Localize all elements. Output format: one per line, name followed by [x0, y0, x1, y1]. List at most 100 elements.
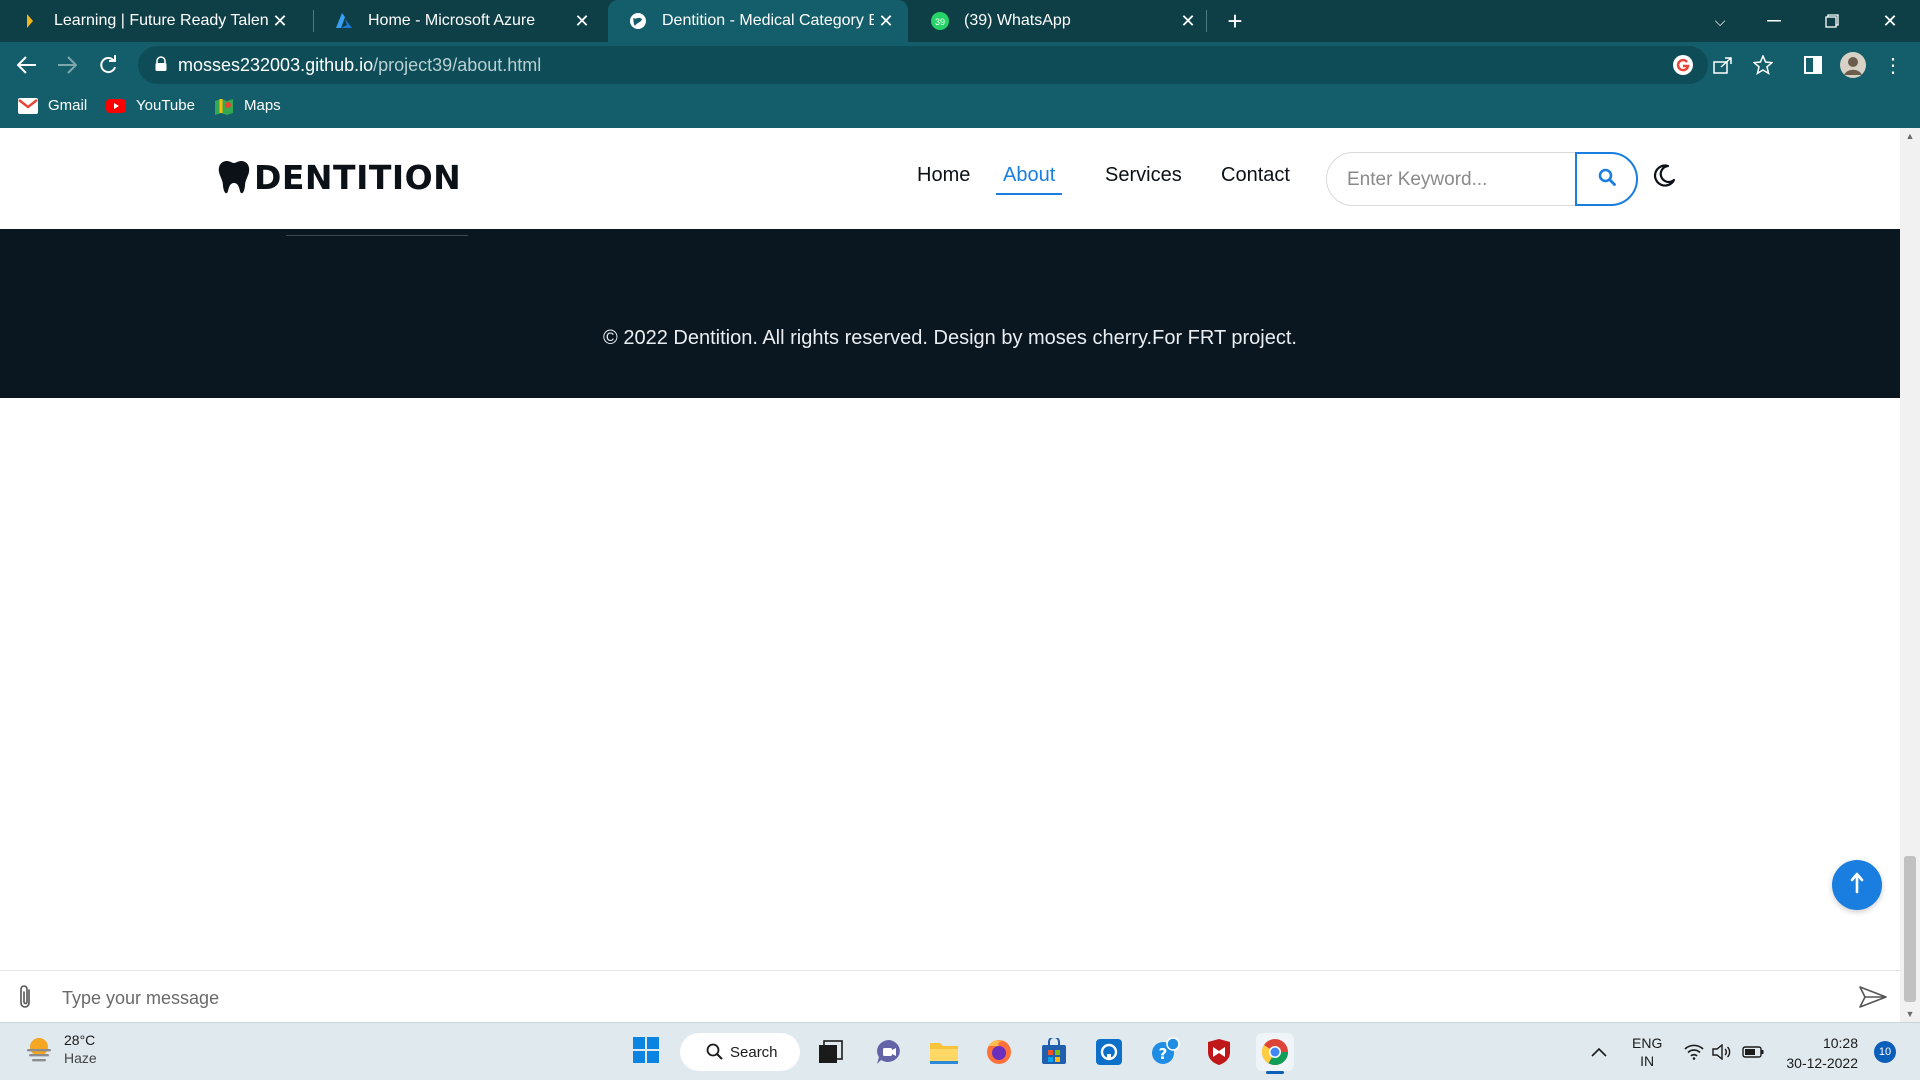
- microsoft-store-icon[interactable]: [1035, 1033, 1073, 1071]
- tab-divider: [1206, 10, 1207, 32]
- site-footer: © 2022 Dentition. All rights reserved. D…: [0, 229, 1900, 398]
- language-indicator[interactable]: ENG IN: [1632, 1023, 1662, 1081]
- teams-chat-icon[interactable]: [870, 1033, 908, 1071]
- clock-date: 30-12-2022: [1786, 1055, 1858, 1071]
- bookmark-label: Gmail: [48, 97, 88, 114]
- close-tab-icon[interactable]: ✕: [874, 11, 898, 32]
- volume-icon[interactable]: [1712, 1023, 1732, 1081]
- taskbar-search[interactable]: Search: [680, 1033, 800, 1071]
- back-to-top-button[interactable]: [1832, 860, 1882, 910]
- chrome-icon[interactable]: [1256, 1033, 1294, 1074]
- more-menu-icon[interactable]: ⋮: [1878, 50, 1908, 80]
- tab-title: (39) WhatsApp: [964, 12, 1071, 29]
- back-arrow-icon[interactable]: [11, 49, 43, 81]
- site-header: DENTITION Home About Services Contact: [0, 128, 1900, 229]
- language-code: ENG: [1632, 1035, 1663, 1051]
- tab-title: Learning | Future Ready Talent: [54, 12, 268, 29]
- file-explorer-icon[interactable]: [925, 1033, 963, 1071]
- page-scrollbar[interactable]: ▲ ▼: [1900, 128, 1920, 1022]
- message-input[interactable]: [62, 985, 1762, 1011]
- moon-icon: [1651, 163, 1677, 194]
- whatsapp-icon: 39: [930, 11, 950, 31]
- bookmarks-bar: Gmail YouTube Maps: [0, 88, 1920, 128]
- close-tab-icon[interactable]: ✕: [570, 11, 594, 32]
- wifi-icon[interactable]: [1684, 1023, 1704, 1081]
- lock-icon: [154, 56, 168, 72]
- active-app-indicator: [1266, 1071, 1284, 1074]
- arrow-up-icon: [1849, 872, 1865, 899]
- address-bar[interactable]: mosses232003.github.io/project39/about.h…: [138, 46, 1708, 84]
- search-button[interactable]: [1575, 152, 1638, 206]
- chat-message-bar: [0, 970, 1900, 1022]
- profile-avatar-icon[interactable]: [1838, 50, 1868, 80]
- scroll-down-arrow-icon[interactable]: ▼: [1900, 1006, 1920, 1022]
- temperature: 28°C: [64, 1032, 96, 1048]
- browser-toolbar: mosses232003.github.io/project39/about.h…: [0, 42, 1920, 88]
- haze-sun-icon: [24, 1034, 54, 1064]
- nav-about[interactable]: About: [996, 164, 1063, 195]
- taskbar-clock[interactable]: 10:28 30-12-2022: [1778, 1033, 1858, 1073]
- weather-widget[interactable]: 28°C Haze: [24, 1031, 97, 1067]
- notification-badge[interactable]: 10: [1874, 1041, 1896, 1063]
- svg-text:?: ?: [1159, 1045, 1168, 1063]
- weather-condition: Haze: [64, 1050, 97, 1066]
- taskbar-search-label: Search: [730, 1043, 778, 1061]
- globe-icon: [628, 11, 648, 31]
- google-lens-icon[interactable]: [1672, 54, 1694, 76]
- gmail-icon: [18, 97, 38, 114]
- azure-icon: [334, 11, 354, 31]
- share-icon[interactable]: [1708, 50, 1738, 80]
- tab-whatsapp[interactable]: 39 (39) WhatsApp ✕: [910, 0, 1210, 42]
- side-panel-icon[interactable]: [1798, 50, 1828, 80]
- new-tab-button[interactable]: +: [1220, 6, 1250, 36]
- svg-text:39: 39: [935, 17, 945, 27]
- bookmark-label: YouTube: [136, 97, 195, 114]
- close-tab-icon[interactable]: ✕: [268, 11, 292, 32]
- bookmark-label: Maps: [244, 97, 281, 114]
- bookmark-youtube[interactable]: YouTube: [106, 97, 195, 114]
- clock-time: 10:28: [1822, 1035, 1858, 1051]
- tab-title: Dentition - Medical Category Bo: [662, 12, 874, 29]
- nav-contact[interactable]: Contact: [1221, 164, 1290, 193]
- scroll-up-arrow-icon[interactable]: ▲: [1900, 128, 1920, 144]
- search-input[interactable]: [1347, 167, 1587, 193]
- page-viewport: DENTITION Home About Services Contact © …: [0, 128, 1900, 1022]
- firefox-icon[interactable]: [980, 1033, 1018, 1071]
- footer-divider: [286, 235, 468, 236]
- tab-learning[interactable]: Learning | Future Ready Talent ✕: [0, 0, 302, 42]
- search-icon: [706, 1043, 724, 1065]
- tab-dentition[interactable]: Dentition - Medical Category Bo ✕: [608, 0, 908, 42]
- youtube-icon: [106, 98, 126, 114]
- send-icon[interactable]: [1858, 985, 1888, 1011]
- attachment-icon[interactable]: [14, 983, 36, 1011]
- task-view-icon[interactable]: [812, 1033, 850, 1071]
- close-tab-icon[interactable]: ✕: [1176, 11, 1200, 32]
- restore-icon[interactable]: [1808, 0, 1856, 42]
- mcafee-icon[interactable]: [1200, 1033, 1238, 1071]
- tab-search-chevron-icon[interactable]: ⌵: [1696, 0, 1744, 42]
- brand-name: DENTITION: [254, 158, 462, 197]
- bookmark-gmail[interactable]: Gmail: [18, 97, 87, 114]
- nav-services[interactable]: Services: [1105, 164, 1182, 193]
- bookmark-star-icon[interactable]: [1748, 50, 1778, 80]
- maps-icon: [214, 98, 234, 115]
- bookmark-maps[interactable]: Maps: [214, 97, 281, 115]
- app-icon[interactable]: [1090, 1033, 1128, 1071]
- reload-icon[interactable]: [92, 49, 124, 81]
- taskbar: 28°C Haze Search ? ENG IN 10:28 30-12-20…: [0, 1022, 1920, 1080]
- url-text[interactable]: mosses232003.github.io/project39/about.h…: [178, 55, 541, 76]
- forward-arrow-icon[interactable]: [51, 49, 83, 81]
- battery-icon[interactable]: [1742, 1023, 1764, 1081]
- dark-mode-toggle[interactable]: [1648, 162, 1680, 194]
- scrollbar-thumb[interactable]: [1904, 856, 1916, 1002]
- site-logo[interactable]: DENTITION: [218, 158, 461, 197]
- nav-home[interactable]: Home: [917, 164, 970, 193]
- tab-azure[interactable]: Home - Microsoft Azure ✕: [314, 0, 604, 42]
- minimize-icon[interactable]: [1750, 0, 1798, 42]
- get-help-icon[interactable]: ?: [1146, 1033, 1184, 1071]
- region-code: IN: [1640, 1053, 1655, 1069]
- show-hidden-icons[interactable]: [1590, 1023, 1608, 1081]
- frt-icon: [20, 11, 40, 31]
- start-button[interactable]: [627, 1033, 665, 1071]
- close-window-icon[interactable]: ✕: [1866, 0, 1914, 42]
